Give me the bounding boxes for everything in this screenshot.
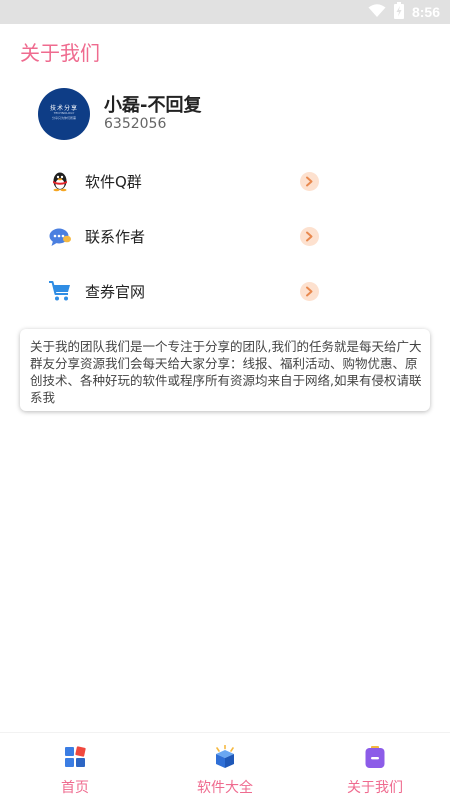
bottom-nav: 首页 软件大全 关于我们 xyxy=(0,732,450,800)
tab-about-us[interactable]: 关于我们 xyxy=(325,741,425,797)
page-title: 关于我们 xyxy=(20,41,100,65)
menu-item-label: 联系作者 xyxy=(85,228,146,246)
profile-id: 6352056 xyxy=(104,116,167,132)
chevron-right-icon xyxy=(300,172,319,191)
about-description-text: 关于我的团队我们是一个专注于分享的团队,我们的任务就是每天给广大群友分享资源我们… xyxy=(30,339,422,405)
shopping-cart-icon xyxy=(48,279,72,303)
menu-item-qq-group[interactable]: 软件Q群 xyxy=(48,167,320,195)
menu-item-label: 软件Q群 xyxy=(85,173,142,191)
battery-charging-icon xyxy=(393,1,404,23)
status-time: 8:56 xyxy=(411,4,440,20)
tab-label: 关于我们 xyxy=(347,780,403,796)
chat-bubble-icon xyxy=(48,224,72,248)
profile-header: 技术分享 TECHNOLOGY 分享只为你们所需 小磊-不回复 6352056 xyxy=(38,88,418,140)
menu-item-label: 查券官网 xyxy=(85,283,146,301)
tab-label: 首页 xyxy=(61,780,89,796)
about-card-icon xyxy=(363,745,387,769)
about-description-card: 关于我的团队我们是一个专注于分享的团队,我们的任务就是每天给广大群友分享资源我们… xyxy=(20,329,430,411)
chevron-right-icon xyxy=(300,282,319,301)
menu-item-coupon-site[interactable]: 查券官网 xyxy=(48,277,320,305)
qq-penguin-icon xyxy=(48,169,72,193)
status-icons: 8:56 xyxy=(368,1,440,23)
tab-software[interactable]: 软件大全 xyxy=(175,741,275,797)
menu-item-contact-author[interactable]: 联系作者 xyxy=(48,222,320,250)
home-grid-icon xyxy=(63,745,87,769)
profile-name: 小磊-不回复 xyxy=(104,95,202,116)
status-bar: 8:56 xyxy=(0,0,450,24)
wifi-icon xyxy=(368,3,386,22)
avatar-text-slogan: 分享只为你们所需 xyxy=(51,116,76,120)
chevron-right-icon xyxy=(300,227,319,246)
tab-home[interactable]: 首页 xyxy=(25,741,125,797)
tab-label: 软件大全 xyxy=(197,780,253,796)
avatar-text-subtitle: TECHNOLOGY xyxy=(53,111,75,115)
avatar: 技术分享 TECHNOLOGY 分享只为你们所需 xyxy=(38,88,90,140)
software-box-icon xyxy=(213,744,237,769)
